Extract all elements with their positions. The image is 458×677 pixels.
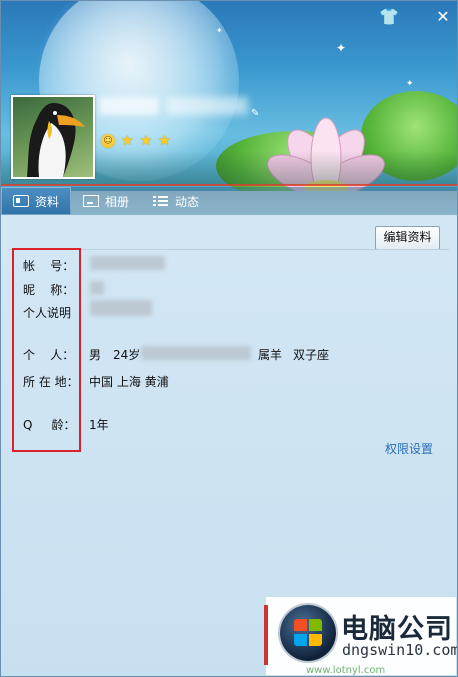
account-value-blurred	[90, 256, 165, 270]
tab-label: 相册	[105, 194, 130, 209]
tab-label: 动态	[175, 194, 200, 209]
star-sign-value: 双子座	[293, 348, 330, 362]
album-icon	[83, 195, 100, 207]
location-label: 所 在 地：	[23, 375, 79, 389]
edit-nickname-icon[interactable]: ✎	[251, 109, 261, 119]
flag-green	[309, 619, 322, 631]
q-age-value: 1年	[89, 418, 109, 432]
signature-value-blurred	[90, 300, 152, 316]
sun-icon: ☺	[101, 134, 115, 148]
watermark-edge	[264, 605, 268, 665]
nickname-label: 昵 称：	[23, 283, 75, 297]
tab-feed[interactable]: 动态	[141, 187, 211, 215]
age-value: 24岁	[113, 348, 141, 362]
sparkle-icon: ✦	[216, 26, 223, 35]
sparkle-icon: ✦	[336, 41, 347, 55]
star-icon: ★	[139, 133, 153, 149]
profile-header: ✦ ✦ ✦ 👕 ✕ ✎ ☺ ★ ★ ★	[1, 1, 457, 191]
star-icon: ★	[158, 133, 171, 149]
windows-logo-icon	[280, 605, 336, 661]
edit-profile-button[interactable]: 编辑资料	[375, 226, 440, 250]
nickname-blurred	[166, 97, 248, 115]
star-icon: ★	[121, 133, 134, 149]
avatar[interactable]	[11, 95, 95, 179]
gender-value: 男	[89, 348, 102, 362]
penguin-avatar-icon	[27, 103, 85, 177]
tab-bar: 资料 相册 动态	[1, 187, 457, 215]
watermark-bottom-text: www.lotnyl.com	[306, 665, 386, 676]
sparkle-icon: ✦	[406, 79, 414, 89]
close-icon[interactable]: ✕	[433, 7, 453, 27]
tab-album[interactable]: 相册	[71, 187, 141, 215]
location-value: 中国 上海 黄浦	[89, 375, 169, 389]
permission-settings-link[interactable]: 权限设置	[385, 440, 433, 457]
qq-profile-window: ✦ ✦ ✦ 👕 ✕ ✎ ☺ ★ ★ ★ 资料 相册 动态 编辑资料 帐 号： 昵…	[0, 0, 458, 677]
birthday-blurred	[141, 346, 251, 360]
nickname-blurred	[99, 97, 159, 115]
personal-label: 个 人：	[23, 348, 75, 362]
q-age-label: Q 龄：	[23, 418, 76, 432]
card-icon	[13, 195, 29, 207]
flag-yellow	[309, 634, 322, 646]
signature-label: 个人说明	[23, 306, 72, 320]
zodiac-value: 属羊	[258, 348, 283, 362]
tab-profile[interactable]: 资料	[1, 187, 72, 215]
skin-icon[interactable]: 👕	[379, 7, 399, 27]
flag-blue	[294, 634, 307, 646]
tab-label: 资料	[35, 194, 60, 209]
watermark-subtitle: dngswin10.com	[342, 641, 458, 659]
feed-icon	[153, 195, 169, 207]
level-badges: ☺ ★ ★ ★	[101, 133, 171, 149]
nickname-value-blurred	[90, 281, 104, 295]
account-label: 帐 号：	[23, 259, 75, 273]
flag-red	[294, 619, 307, 631]
header-divider	[1, 184, 457, 186]
